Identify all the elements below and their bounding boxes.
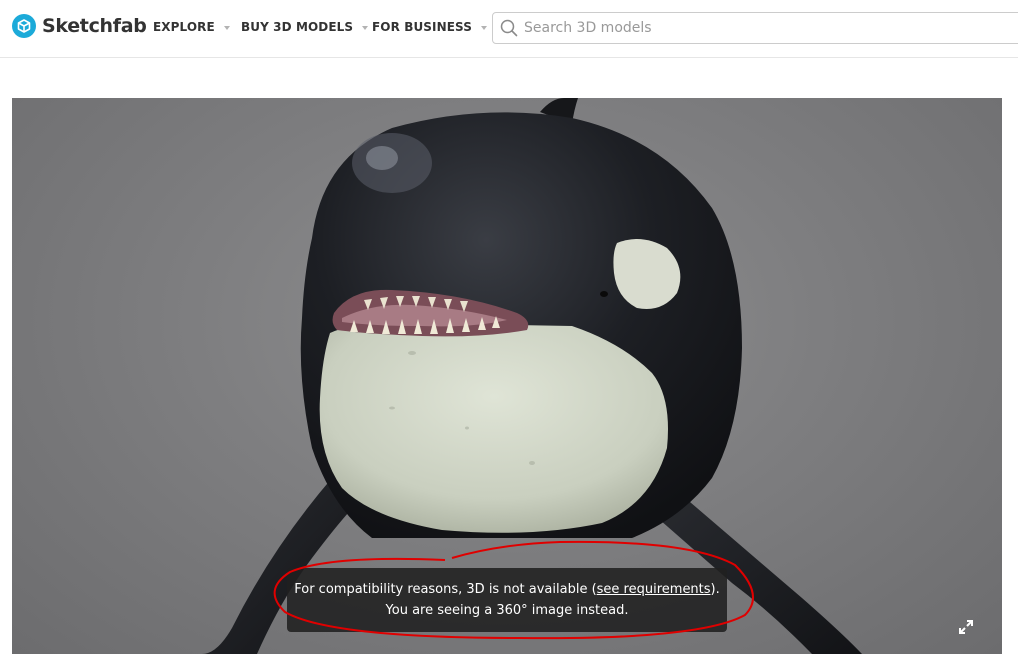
fullscreen-icon[interactable] [957, 618, 975, 636]
search-icon [500, 19, 518, 37]
search-box[interactable] [492, 12, 1018, 44]
nav-buy-3d-models-label: BUY 3D MODELS [241, 20, 354, 34]
brand-logo[interactable]: Sketchfab [12, 14, 147, 38]
nav-explore[interactable]: EXPLORE [153, 20, 230, 34]
nav-buy-3d-models[interactable]: BUY 3D MODELS [241, 20, 369, 34]
nav-for-business[interactable]: FOR BUSINESS [372, 20, 488, 34]
notice-line-1: For compatibility reasons, 3D is not ava… [287, 579, 727, 600]
notice-text-before-link: For compatibility reasons, 3D is not ava… [294, 582, 597, 597]
nav-explore-label: EXPLORE [153, 20, 215, 34]
chevron-down-icon [362, 26, 369, 30]
chevron-down-icon [481, 26, 488, 30]
nav-for-business-label: FOR BUSINESS [372, 20, 473, 34]
chevron-down-icon [223, 26, 230, 30]
sketchfab-cube-icon [12, 14, 36, 38]
brand-name: Sketchfab [42, 15, 147, 37]
search-input[interactable] [524, 17, 984, 39]
model-viewer[interactable]: For compatibility reasons, 3D is not ava… [12, 98, 1002, 654]
see-requirements-link[interactable]: see requirements [597, 582, 711, 597]
compatibility-notice: For compatibility reasons, 3D is not ava… [287, 568, 727, 632]
notice-text-after-link: ). [710, 582, 720, 597]
top-navigation-bar: Sketchfab EXPLORE BUY 3D MODELS FOR BUSI… [0, 0, 1018, 58]
notice-line-2: You are seeing a 360° image instead. [385, 603, 629, 618]
